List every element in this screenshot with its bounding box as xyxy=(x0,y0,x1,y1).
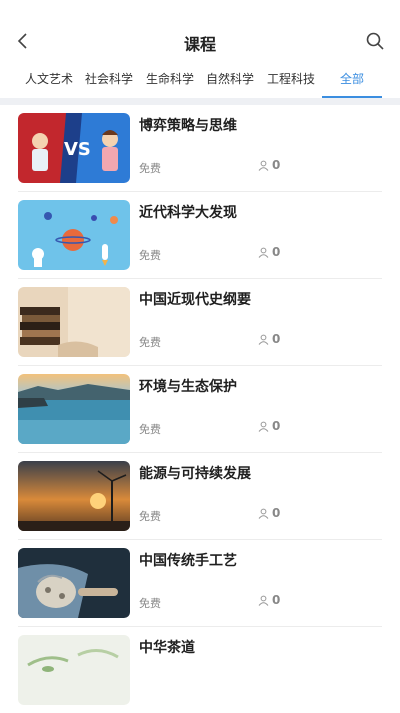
user-icon xyxy=(258,508,269,519)
user-icon xyxy=(258,334,269,345)
course-item[interactable]: 近代科学大发现 免费 0 xyxy=(18,192,382,279)
tab-engineering-tech[interactable]: 工程科技 xyxy=(267,70,315,87)
learner-count-value: 0 xyxy=(272,158,281,172)
course-thumbnail xyxy=(18,635,130,705)
tea-photo xyxy=(18,635,130,705)
course-price: 免费 xyxy=(139,423,161,436)
course-thumbnail: VS xyxy=(18,113,130,183)
wind-turbine-photo xyxy=(18,461,130,531)
course-thumbnail xyxy=(18,200,130,270)
course-thumbnail xyxy=(18,461,130,531)
learner-count-value: 0 xyxy=(272,419,281,433)
course-item[interactable]: 中国近现代史纲要 免费 0 xyxy=(18,279,382,366)
course-thumbnail xyxy=(18,287,130,357)
course-title: 近代科学大发现 xyxy=(139,205,237,221)
course-item[interactable]: VS 博弈策略与思维 免费 0 xyxy=(18,105,382,192)
learner-count: 0 xyxy=(258,332,280,346)
user-icon xyxy=(258,595,269,606)
course-thumbnail xyxy=(18,374,130,444)
course-price: 免费 xyxy=(139,249,161,262)
course-price: 免费 xyxy=(139,597,161,610)
books-photo xyxy=(18,287,130,357)
course-title: 能源与可持续发展 xyxy=(139,466,251,482)
user-icon xyxy=(258,160,269,171)
course-title: 中国近现代史纲要 xyxy=(139,292,251,308)
learner-count: 0 xyxy=(258,245,280,259)
search-icon xyxy=(366,32,384,50)
lake-photo xyxy=(18,374,130,444)
course-price: 免费 xyxy=(139,162,161,175)
course-title: 博弈策略与思维 xyxy=(139,118,237,134)
space-illustration xyxy=(18,200,130,270)
course-item[interactable]: 中国传统手工艺 免费 0 xyxy=(18,540,382,627)
versus-illustration: VS xyxy=(18,113,130,183)
learner-count-value: 0 xyxy=(272,593,281,607)
tab-life-science[interactable]: 生命科学 xyxy=(146,70,194,87)
tab-humanities-arts[interactable]: 人文艺术 xyxy=(25,70,73,87)
user-icon xyxy=(258,421,269,432)
learner-count: 0 xyxy=(258,158,280,172)
learner-count: 0 xyxy=(258,506,280,520)
course-item[interactable]: 中华茶道 xyxy=(18,627,382,713)
svg-text:VS: VS xyxy=(64,139,91,160)
learner-count-value: 0 xyxy=(272,506,281,520)
course-title: 中国传统手工艺 xyxy=(139,553,237,569)
learner-count: 0 xyxy=(258,419,280,433)
user-icon xyxy=(258,247,269,258)
learner-count: 0 xyxy=(258,593,280,607)
craft-photo xyxy=(18,548,130,618)
section-divider xyxy=(0,98,400,105)
course-title: 环境与生态保护 xyxy=(139,379,237,395)
search-button[interactable] xyxy=(364,30,386,52)
learner-count-value: 0 xyxy=(272,332,281,346)
course-price: 免费 xyxy=(139,336,161,349)
course-thumbnail xyxy=(18,548,130,618)
course-item[interactable]: 环境与生态保护 免费 0 xyxy=(18,366,382,453)
course-item[interactable]: 能源与可持续发展 免费 0 xyxy=(18,453,382,540)
course-price: 免费 xyxy=(139,510,161,523)
page-title: 课程 xyxy=(183,35,216,54)
tab-natural-science[interactable]: 自然科学 xyxy=(206,70,254,87)
course-title: 中华茶道 xyxy=(139,640,195,656)
tab-all[interactable]: 全部 xyxy=(340,70,364,87)
learner-count-value: 0 xyxy=(272,245,281,259)
category-tabs: 人文艺术 社会科学 生命科学 自然科学 工程科技 全部 xyxy=(0,62,400,98)
tab-social-science[interactable]: 社会科学 xyxy=(85,70,133,87)
